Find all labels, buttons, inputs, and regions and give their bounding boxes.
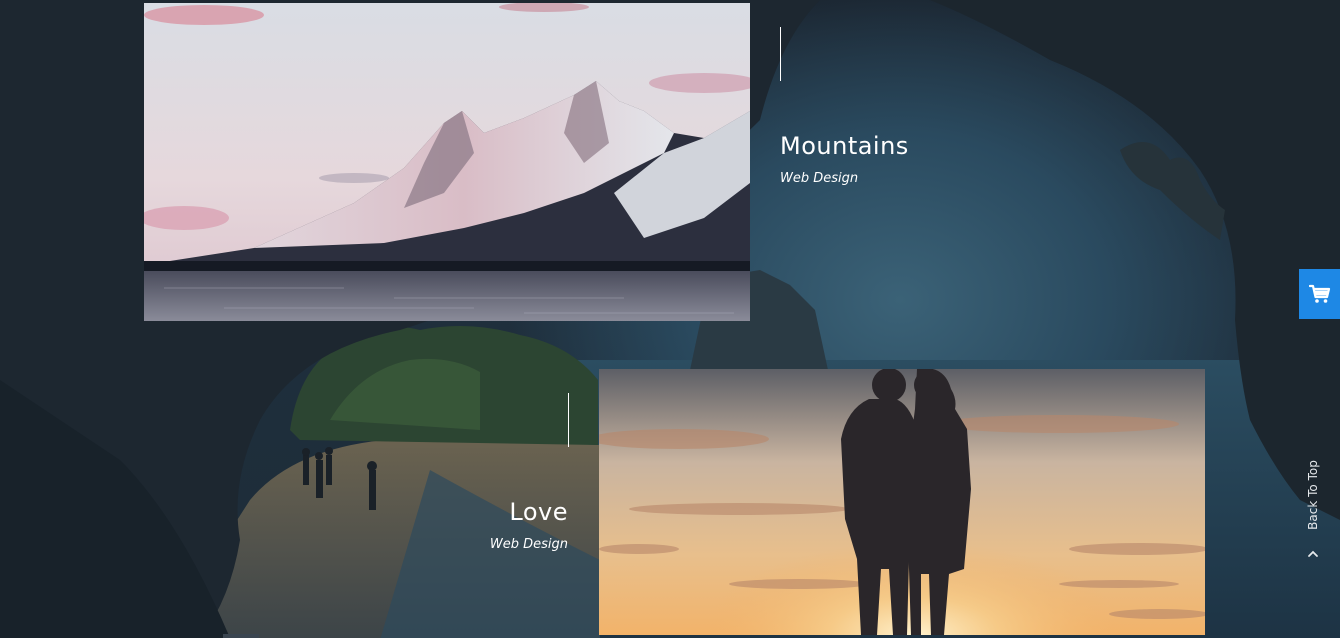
- shopping-cart-icon: [1308, 284, 1330, 303]
- portfolio-item-title[interactable]: Love: [509, 498, 568, 526]
- portfolio-item-category[interactable]: Web Design: [780, 171, 858, 186]
- back-to-top-link[interactable]: Back To Top: [1296, 455, 1330, 565]
- portfolio-item-title[interactable]: Mountains: [780, 132, 909, 160]
- caption-divider: [780, 27, 781, 81]
- portfolio-item-category[interactable]: Web Design: [490, 537, 568, 552]
- chevron-up-icon: [1308, 550, 1318, 557]
- caption-divider: [568, 393, 569, 447]
- portfolio-item-love-caption: Love Web Design: [440, 393, 570, 563]
- scroll-indicator: [223, 634, 259, 638]
- portfolio-item-mountains-image[interactable]: [144, 3, 750, 321]
- couple-sunset-photo: [599, 369, 1205, 635]
- cart-button[interactable]: [1299, 269, 1340, 319]
- portfolio-item-love-image[interactable]: [599, 369, 1205, 635]
- portfolio-item-mountains-caption: Mountains Web Design: [780, 27, 980, 197]
- mountains-photo: [144, 3, 750, 321]
- back-to-top-label: Back To Top: [1306, 460, 1320, 530]
